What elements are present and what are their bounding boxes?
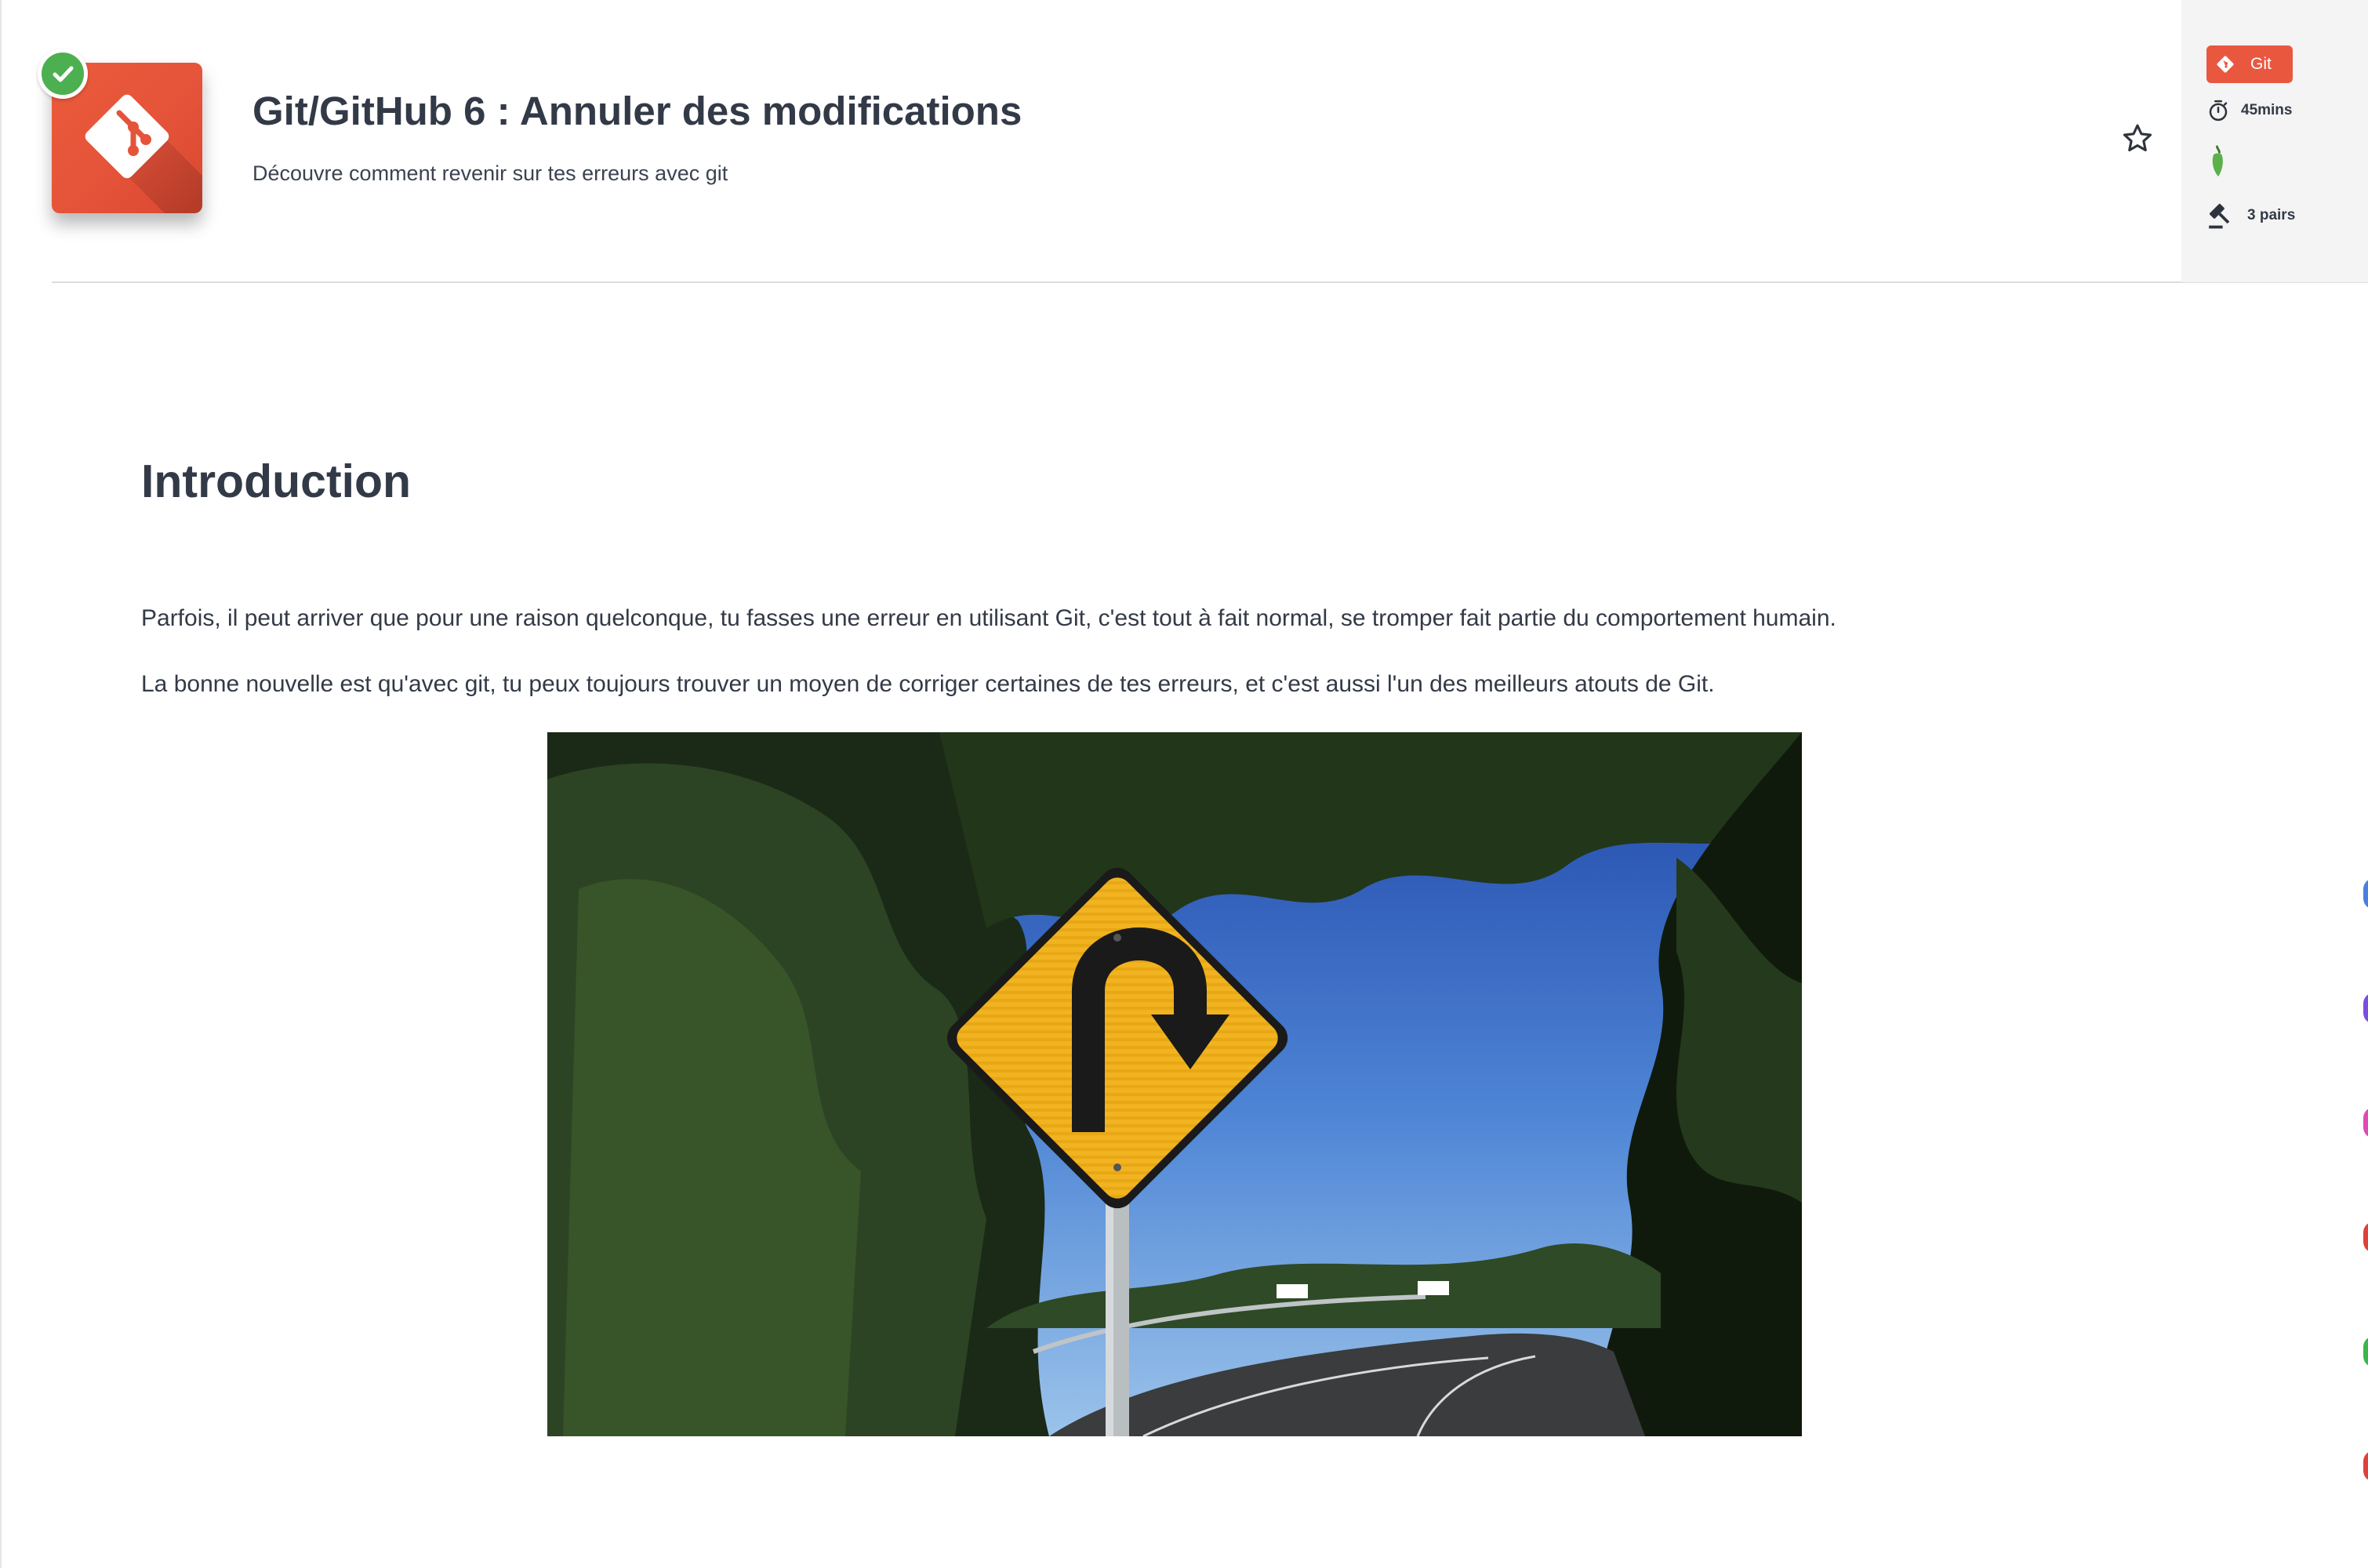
- section-heading-introduction: Introduction: [141, 456, 412, 507]
- tag-git[interactable]: Git: [2206, 45, 2293, 83]
- completed-check-icon: [38, 49, 88, 99]
- tag-label: Git: [2250, 55, 2272, 73]
- page-title: Git/GitHub 6 : Annuler des modifications: [252, 89, 1022, 133]
- difficulty-row: [2206, 144, 2230, 179]
- gavel-icon: [2209, 203, 2230, 229]
- pairs-row: 3 pairs: [2206, 201, 2295, 230]
- floating-bubble-red-2[interactable]: [2363, 1450, 2368, 1482]
- lesson-page: Git/GitHub 6 : Annuler des modifications…: [0, 0, 2368, 1568]
- lesson-header: Git/GitHub 6 : Annuler des modifications…: [0, 0, 2181, 282]
- stopwatch-icon: [2209, 100, 2228, 122]
- paragraph: Parfois, il peut arriver que pour une ra…: [141, 605, 1836, 631]
- u-turn-road-sign-image: [547, 732, 1802, 1436]
- duration-row: 45mins: [2206, 99, 2292, 122]
- pepper-icon: [2212, 145, 2223, 177]
- lesson-meta-panel: Git 45mins 3 pairs: [2181, 0, 2368, 282]
- favorite-button[interactable]: [2119, 120, 2156, 158]
- git-icon: [2217, 56, 2234, 73]
- page-subtitle: Découvre comment revenir sur tes erreurs…: [252, 162, 728, 185]
- header-divider: [52, 281, 2368, 283]
- pairs-text: 3 pairs: [2247, 207, 2296, 223]
- floating-bubble-blue[interactable]: [2363, 878, 2368, 909]
- floating-bubble-green[interactable]: [2363, 1336, 2368, 1367]
- paragraph: La bonne nouvelle est qu'avec git, tu pe…: [141, 671, 1715, 697]
- duration-text: 45mins: [2241, 102, 2293, 118]
- star-outline-icon: [2123, 124, 2152, 152]
- floating-bubble-purple[interactable]: [2363, 993, 2368, 1024]
- floating-bubble-red[interactable]: [2363, 1221, 2368, 1253]
- floating-bubble-pink[interactable]: [2363, 1107, 2368, 1138]
